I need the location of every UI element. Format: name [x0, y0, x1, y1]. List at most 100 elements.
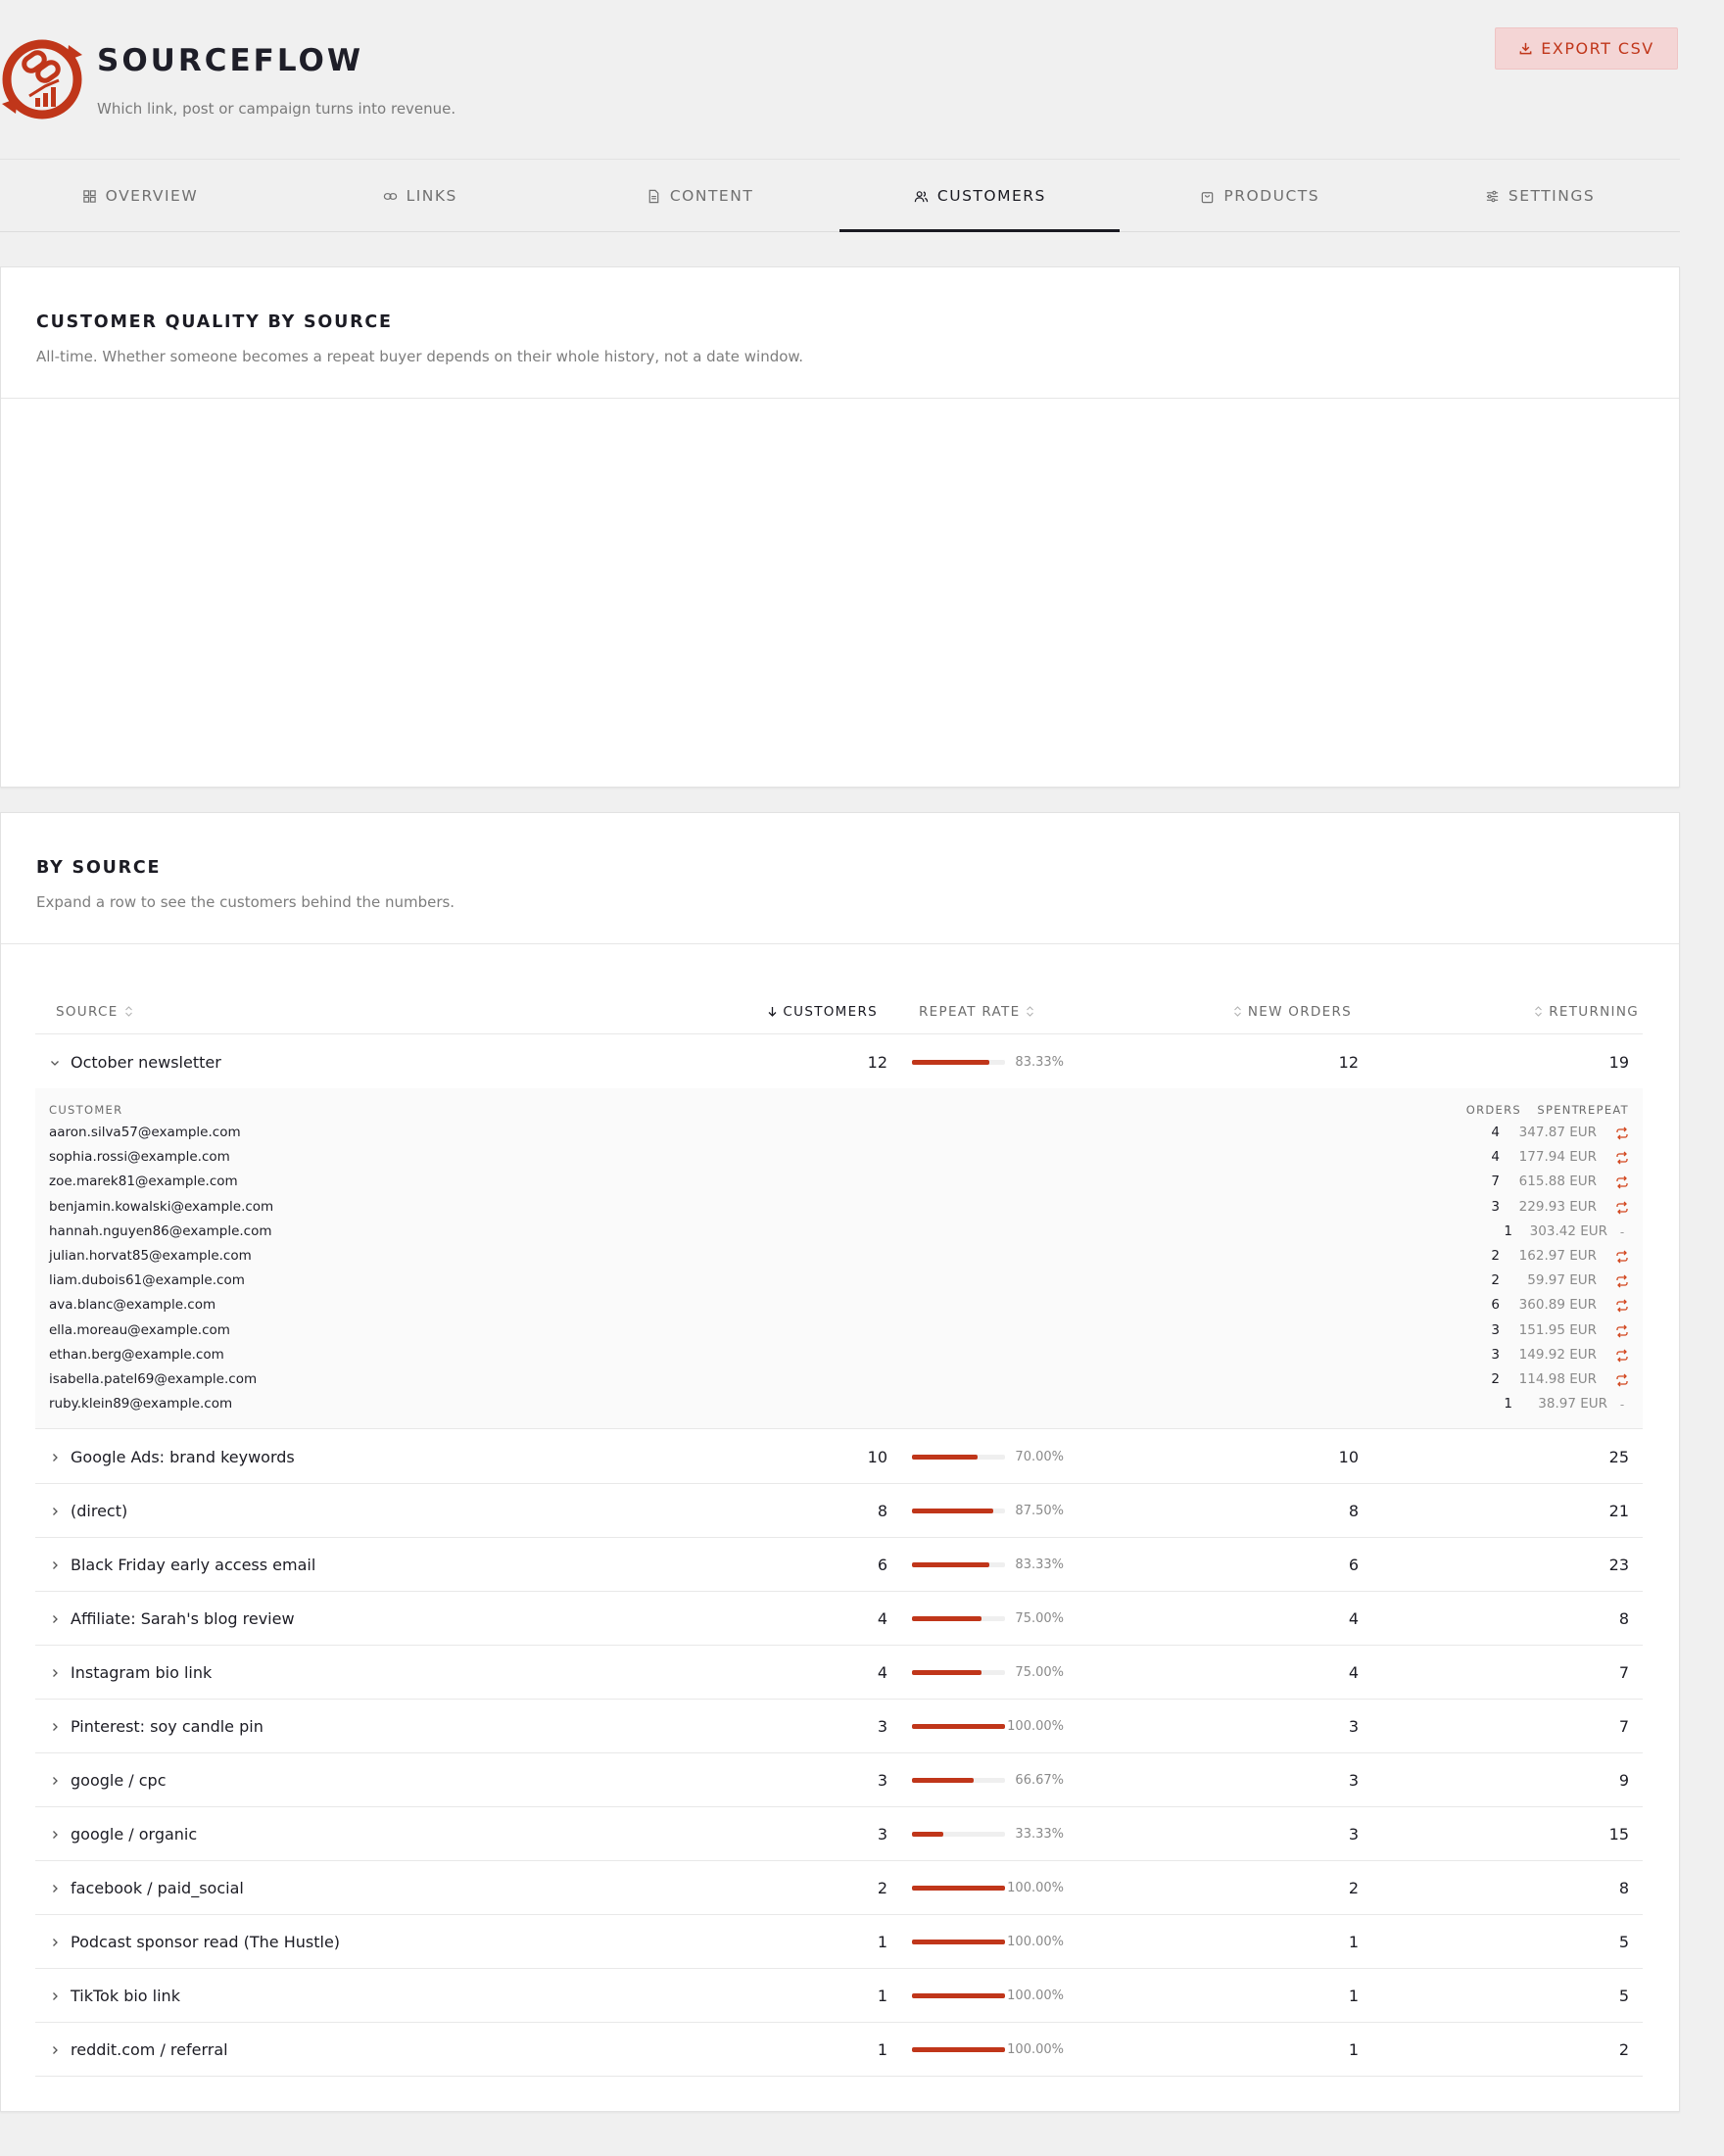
customers-count: 3 — [877, 1717, 887, 1736]
tab-links[interactable]: LINKS — [280, 161, 560, 231]
source-row-toggle[interactable]: (direct) — [49, 1484, 127, 1538]
source-row[interactable]: October newsletter 12 83.33% 12 19 — [35, 1035, 1643, 1089]
tab-customers[interactable]: CUSTOMERS — [839, 161, 1121, 232]
tab-settings[interactable]: SETTINGS — [1400, 161, 1680, 231]
returning-count: 8 — [1618, 1879, 1629, 1897]
customer-email: zoe.marek81@example.com — [49, 1174, 238, 1190]
app-title: SOURCEFLOW — [97, 43, 364, 78]
customer-row: isabella.patel69@example.com 2 114.98 EUR — [35, 1367, 1643, 1392]
customer-email: ruby.klein89@example.com — [49, 1396, 233, 1413]
repeat-arrows-icon — [1616, 1151, 1628, 1165]
source-row-toggle[interactable]: Black Friday early access email — [49, 1538, 315, 1592]
repeat-arrows-icon — [1616, 1373, 1628, 1387]
source-name: Black Friday early access email — [71, 1556, 316, 1574]
source-row[interactable]: Affiliate: Sarah's blog review 4 75.00% 4 8 — [35, 1592, 1643, 1646]
by-source-title: BY SOURCE — [36, 858, 162, 878]
tab-content[interactable]: CONTENT — [560, 161, 840, 231]
source-row[interactable]: TikTok bio link 1 100.00% 1 5 — [35, 1969, 1643, 2023]
new-orders-count: 12 — [1338, 1053, 1359, 1072]
repeat-rate-track — [912, 1509, 1005, 1513]
source-row-toggle[interactable]: facebook / paid_social — [49, 1861, 244, 1915]
export-csv-button[interactable]: EXPORT CSV — [1495, 27, 1678, 70]
tab-links-label: LINKS — [406, 187, 457, 205]
returning-count: 25 — [1608, 1448, 1629, 1466]
customer-orders: 2 — [1491, 1371, 1500, 1387]
source-name: google / organic — [71, 1825, 198, 1844]
source-row-toggle[interactable]: google / cpc — [49, 1753, 167, 1807]
source-row-toggle[interactable]: Pinterest: soy candle pin — [49, 1700, 263, 1753]
column-header-returning-label: RETURNING — [1549, 1003, 1639, 1020]
source-row-toggle[interactable]: October newsletter — [49, 1035, 221, 1089]
column-header-repeat-rate[interactable]: REPEAT RATE — [919, 988, 1034, 1034]
column-header-customers-label: CUSTOMERS — [783, 1003, 878, 1020]
returning-count: 19 — [1608, 1053, 1629, 1072]
repeat-arrows-icon — [1616, 1274, 1628, 1288]
source-row[interactable]: (direct) 8 87.50% 8 21 — [35, 1484, 1643, 1538]
source-row[interactable]: Google Ads: brand keywords 10 70.00% 10 25 — [35, 1430, 1643, 1484]
repeat-arrows-icon — [1616, 1324, 1628, 1338]
source-name: Pinterest: soy candle pin — [71, 1717, 263, 1736]
sort-both-icon — [1535, 1006, 1543, 1017]
returning-count: 7 — [1618, 1663, 1629, 1682]
returning-count: 2 — [1618, 2040, 1629, 2059]
tab-products-label: PRODUCTS — [1223, 187, 1320, 205]
chevron-down-icon — [51, 1060, 59, 1066]
column-header-repeat-rate-label: REPEAT RATE — [919, 1003, 1021, 1020]
customer-spent: 151.95 EUR — [1518, 1321, 1597, 1338]
customer-orders: 4 — [1491, 1149, 1500, 1166]
source-row[interactable]: reddit.com / referral 1 100.00% 1 2 — [35, 2023, 1643, 2077]
column-header-returning[interactable]: RETURNING — [1534, 988, 1639, 1034]
source-row[interactable]: Pinterest: soy candle pin 3 100.00% 3 7 — [35, 1700, 1643, 1753]
source-row[interactable]: Instagram bio link 4 75.00% 4 7 — [35, 1646, 1643, 1700]
customer-row: benjamin.kowalski@example.com 3 229.93 EUR — [35, 1195, 1643, 1220]
source-row[interactable]: google / organic 3 33.33% 3 15 — [35, 1807, 1643, 1861]
source-row[interactable]: Podcast sponsor read (The Hustle) 1 100.00… — [35, 1915, 1643, 1969]
tab-products[interactable]: PRODUCTS — [1120, 161, 1400, 231]
repeat-rate-bar — [912, 1969, 1005, 2023]
repeat-rate-bar — [912, 1538, 1005, 1592]
grid-icon — [82, 189, 96, 203]
column-header-source[interactable]: SOURCE — [56, 988, 133, 1034]
source-row-toggle[interactable]: Podcast sponsor read (The Hustle) — [49, 1915, 340, 1969]
customer-spent: 59.97 EUR — [1527, 1272, 1597, 1289]
customers-count: 1 — [877, 1987, 887, 2005]
new-orders-count: 1 — [1348, 1933, 1359, 1951]
chevron-right-icon — [53, 1776, 58, 1785]
tab-overview-label: OVERVIEW — [105, 187, 199, 205]
repeat-rate-fill — [912, 1562, 990, 1567]
repeat-rate-fill — [912, 1060, 990, 1065]
detail-header-customer: CUSTOMER — [49, 1103, 123, 1117]
source-row-toggle[interactable]: google / organic — [49, 1807, 197, 1861]
repeat-rate-bar — [912, 1861, 1005, 1915]
repeat-rate-value: 70.00% — [1015, 1450, 1064, 1464]
column-header-new-orders[interactable]: NEW ORDERS — [1233, 988, 1352, 1034]
sort-both-icon — [124, 1006, 132, 1017]
repeat-rate-fill — [912, 1886, 1005, 1891]
sourceflow-logo-icon — [2, 39, 82, 120]
column-header-customers[interactable]: CUSTOMERS — [768, 988, 878, 1034]
new-orders-count: 8 — [1348, 1502, 1359, 1520]
source-row-toggle[interactable]: reddit.com / referral — [49, 2023, 228, 2077]
tab-overview[interactable]: OVERVIEW — [0, 161, 280, 231]
source-row[interactable]: google / cpc 3 66.67% 3 9 — [35, 1753, 1643, 1807]
source-row[interactable]: Black Friday early access email 6 83.33% 6 2… — [35, 1538, 1643, 1592]
source-name: Google Ads: brand keywords — [71, 1448, 295, 1466]
customer-row: hannah.nguyen86@example.com 1 303.42 EUR - — [35, 1220, 1643, 1244]
document-icon — [648, 189, 659, 203]
customer-orders: 3 — [1491, 1321, 1500, 1338]
customer-spent: 114.98 EUR — [1518, 1371, 1597, 1387]
customer-orders: 6 — [1491, 1297, 1500, 1314]
repeat-icon — [1615, 1175, 1629, 1189]
repeat-rate-value: 33.33% — [1015, 1827, 1064, 1842]
repeat-icon — [1615, 1349, 1629, 1363]
customers-count: 6 — [877, 1556, 887, 1574]
customer-orders: 7 — [1491, 1174, 1500, 1190]
source-row-toggle[interactable]: Google Ads: brand keywords — [49, 1430, 295, 1484]
repeat-rate-bar — [912, 1430, 1005, 1484]
source-row-toggle[interactable]: Instagram bio link — [49, 1646, 212, 1700]
source-row-toggle[interactable]: TikTok bio link — [49, 1969, 180, 2023]
source-row-toggle[interactable]: Affiliate: Sarah's blog review — [49, 1592, 295, 1646]
customer-row: ruby.klein89@example.com 1 38.97 EUR - — [35, 1392, 1643, 1416]
source-row[interactable]: facebook / paid_social 2 100.00% 2 8 — [35, 1861, 1643, 1915]
returning-count: 8 — [1618, 1609, 1629, 1628]
